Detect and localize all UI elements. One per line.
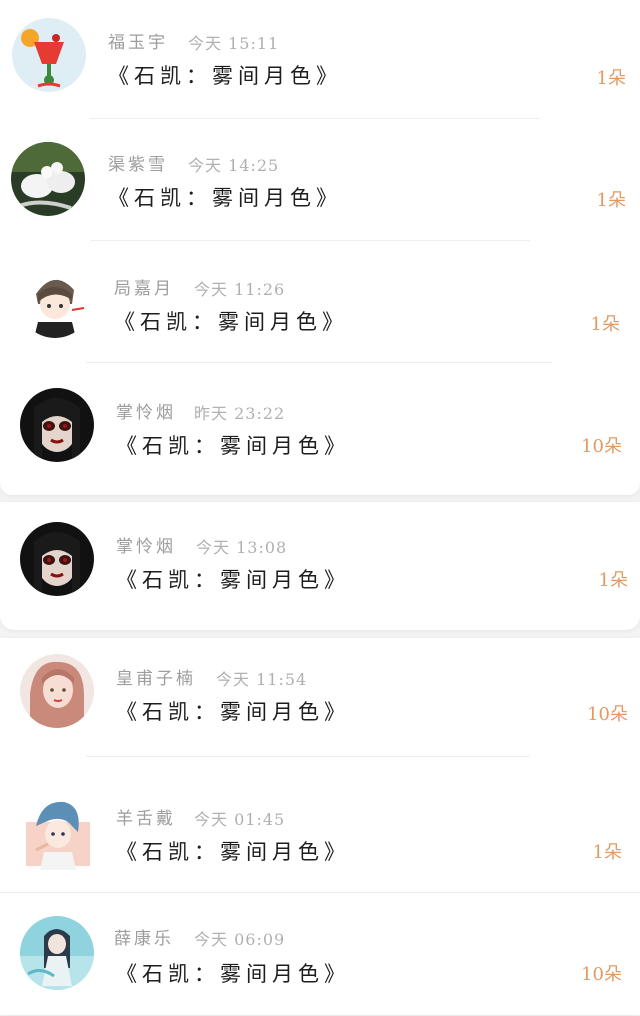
sender-name: 羊舌戴 (116, 809, 176, 829)
anime-boy-avatar[interactable] (18, 264, 92, 338)
gift-record-row[interactable]: 皇甫子楠 今天 11:54 《石凯：雾间月色》 10朵 (0, 638, 640, 758)
flower-count: 1朵 (596, 190, 626, 211)
book-title: 《石凯：雾间月色》 (116, 700, 350, 724)
doves-avatar[interactable] (11, 142, 85, 216)
gift-time: 今天 01:45 (194, 810, 286, 829)
flower-count: 1朵 (590, 314, 620, 335)
book-title: 《石凯：雾间月色》 (116, 962, 350, 986)
flower-count: 10朵 (581, 436, 622, 457)
gift-time: 昨天 23:22 (194, 404, 286, 423)
gift-time: 今天 14:25 (188, 156, 280, 175)
gift-record-row[interactable]: 福玉宇 今天 15:11 《石凯：雾间月色》 1朵 (0, 0, 640, 120)
sender-name: 福玉宇 (108, 33, 168, 53)
flower-count: 10朵 (581, 964, 622, 985)
row-divider (0, 892, 640, 893)
gift-time: 今天 11:26 (194, 280, 286, 299)
gothic-girl-avatar[interactable] (20, 388, 94, 462)
sender-name: 薛康乐 (114, 929, 174, 949)
gift-time: 今天 06:09 (194, 930, 286, 949)
flower-count: 10朵 (587, 704, 628, 725)
sender-name: 渠紫雪 (108, 155, 168, 175)
sender-name: 皇甫子楠 (116, 669, 196, 689)
row-divider (90, 240, 530, 241)
water-girl-avatar[interactable] (20, 916, 94, 990)
gift-record-row[interactable]: 渠紫雪 今天 14:25 《石凯：雾间月色》 1朵 (0, 122, 640, 242)
book-title: 《石凯：雾间月色》 (108, 186, 342, 210)
sender-name: 掌怜烟 (116, 537, 176, 557)
pink-hair-girl-avatar[interactable] (20, 654, 94, 728)
book-title: 《石凯：雾间月色》 (116, 434, 350, 458)
gift-record-row[interactable]: 羊舌戴 今天 01:45 《石凯：雾间月色》 1朵 (0, 776, 640, 896)
gift-record-row[interactable]: 掌怜烟 今天 13:08 《石凯：雾间月色》 1朵 (0, 502, 640, 622)
sender-name: 掌怜烟 (116, 403, 176, 423)
book-title: 《石凯：雾间月色》 (116, 840, 350, 864)
gothic-girl-avatar[interactable] (20, 522, 94, 596)
gift-record-row[interactable]: 局嘉月 今天 11:26 《石凯：雾间月色》 1朵 (0, 244, 640, 364)
row-divider (86, 362, 552, 363)
row-divider (90, 118, 540, 119)
sender-name: 局嘉月 (114, 279, 174, 299)
flower-count: 1朵 (596, 68, 626, 89)
row-divider (86, 756, 530, 757)
gift-time: 今天 13:08 (196, 538, 288, 557)
cocktail-avatar[interactable] (12, 18, 86, 92)
gift-time: 今天 11:54 (216, 670, 308, 689)
gift-record-row[interactable]: 薛康乐 今天 06:09 《石凯：雾间月色》 10朵 (0, 896, 640, 1016)
gift-time: 今天 15:11 (188, 34, 280, 53)
blue-hair-boy-avatar[interactable] (20, 796, 94, 870)
book-title: 《石凯：雾间月色》 (114, 310, 348, 334)
flower-count: 1朵 (592, 842, 622, 863)
gift-record-row[interactable]: 掌怜烟 昨天 23:22 《石凯：雾间月色》 10朵 (0, 366, 640, 486)
book-title: 《石凯：雾间月色》 (116, 568, 350, 592)
flower-count: 1朵 (598, 570, 628, 591)
book-title: 《石凯：雾间月色》 (108, 64, 342, 88)
